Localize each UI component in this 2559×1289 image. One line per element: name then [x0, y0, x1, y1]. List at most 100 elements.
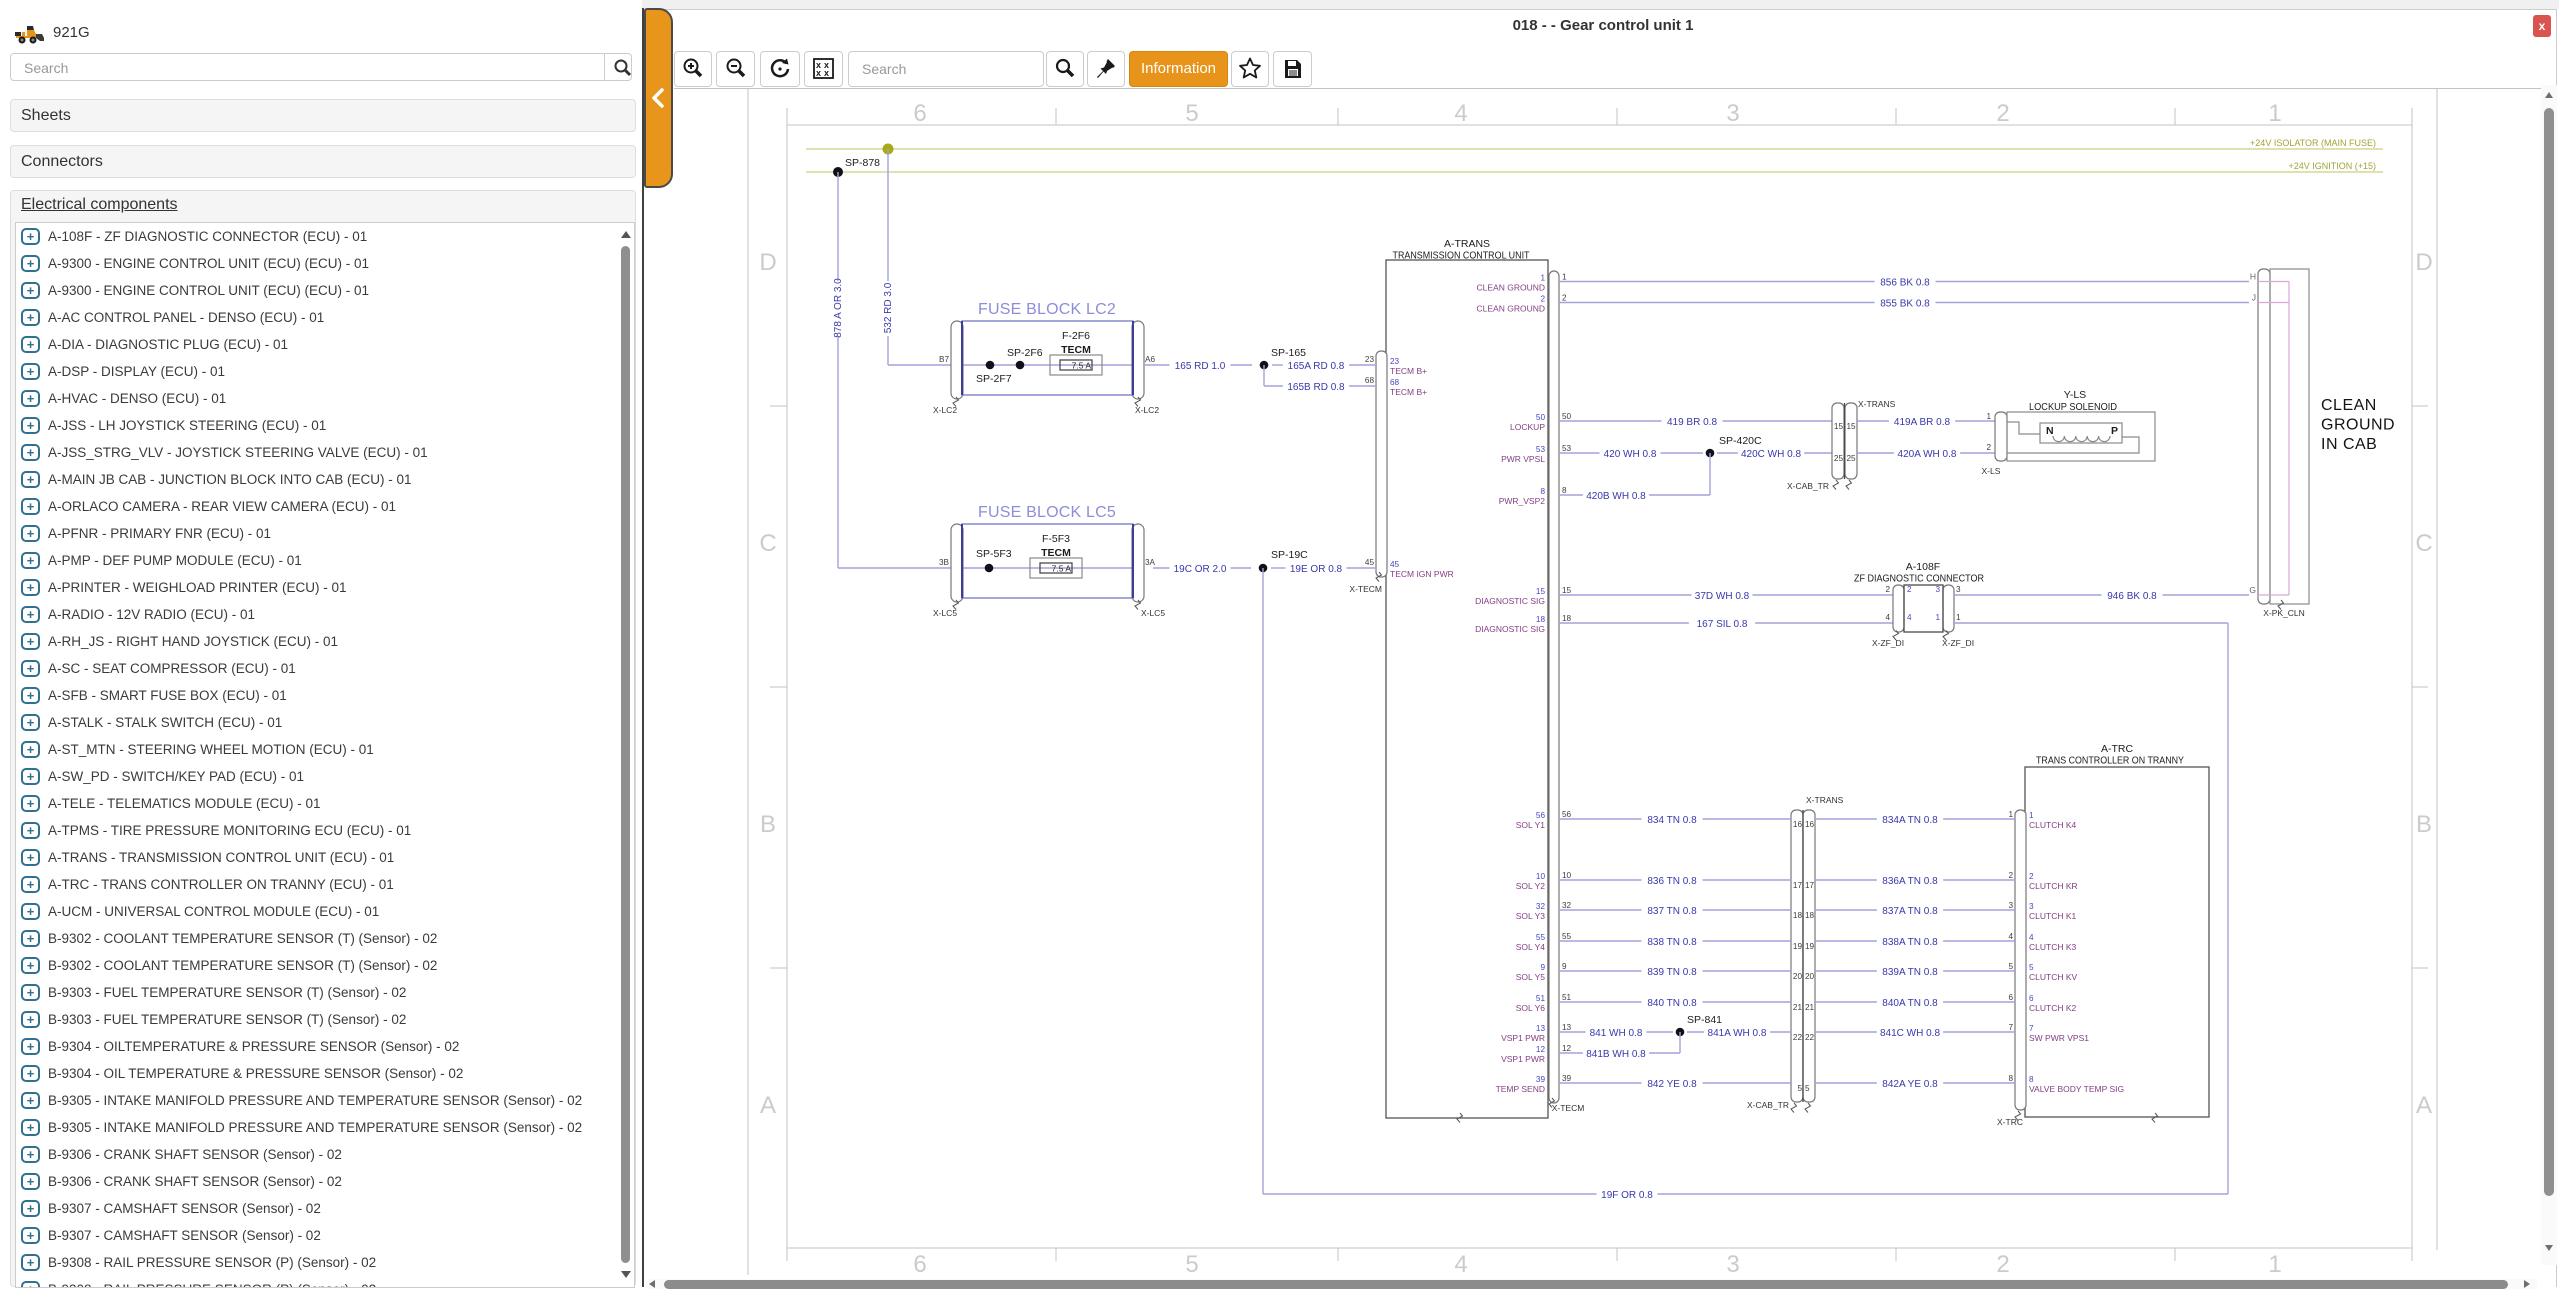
svg-text:5: 5 [1185, 100, 1198, 127]
svg-text:3: 3 [1956, 585, 1961, 594]
svg-text:420C WH 0.8: 420C WH 0.8 [1741, 449, 1801, 460]
svg-text:25: 25 [1847, 454, 1857, 463]
svg-text:165A RD 0.8: 165A RD 0.8 [1288, 361, 1345, 372]
svg-text:50: 50 [1536, 413, 1546, 422]
svg-text:SP-19C: SP-19C [1271, 549, 1308, 561]
svg-text:21: 21 [1793, 1003, 1803, 1012]
svg-text:841 WH 0.8: 841 WH 0.8 [1590, 1028, 1643, 1039]
svg-text:1: 1 [2268, 1251, 2281, 1278]
svg-text:TEMP SEND: TEMP SEND [1496, 1084, 1545, 1094]
svg-text:16: 16 [1793, 820, 1803, 829]
svg-text:x: x [816, 68, 821, 78]
svg-text:8: 8 [2008, 1074, 2013, 1083]
svg-text:CLUTCH K4: CLUTCH K4 [2029, 820, 2077, 830]
svg-text:VSP1 PWR: VSP1 PWR [1501, 1033, 1545, 1043]
svg-text:X-TRC: X-TRC [1997, 1117, 2023, 1127]
svg-text:X-LC5: X-LC5 [933, 608, 957, 618]
svg-text:15: 15 [1536, 587, 1546, 596]
svg-text:A: A [2416, 1092, 2432, 1119]
svg-text:19F OR 0.8: 19F OR 0.8 [1601, 1190, 1653, 1201]
svg-text:SOL Y5: SOL Y5 [1516, 972, 1546, 982]
svg-text:PWR VPSL: PWR VPSL [1501, 454, 1545, 464]
svg-text:CLEAN: CLEAN [2321, 397, 2377, 414]
svg-text:VALVE BODY TEMP SIG: VALVE BODY TEMP SIG [2029, 1084, 2124, 1094]
svg-text:5: 5 [1805, 1084, 1810, 1093]
svg-text:SP-841: SP-841 [1687, 1014, 1722, 1026]
svg-text:SP-420C: SP-420C [1719, 435, 1762, 447]
svg-text:X-TECM: X-TECM [1552, 1103, 1585, 1113]
svg-text:19E OR 0.8: 19E OR 0.8 [1290, 564, 1343, 575]
svg-text:X-ZF_DI: X-ZF_DI [1942, 638, 1974, 648]
svg-text:19: 19 [1793, 942, 1803, 951]
svg-text:TECM: TECM [1041, 547, 1071, 559]
svg-text:841B WH 0.8: 841B WH 0.8 [1586, 1049, 1646, 1060]
svg-text:13: 13 [1536, 1024, 1546, 1033]
svg-text:4: 4 [1454, 1251, 1467, 1278]
svg-text:X-TECM: X-TECM [1349, 584, 1382, 594]
svg-text:SW PWR VPS1: SW PWR VPS1 [2029, 1033, 2089, 1043]
svg-text:840A TN 0.8: 840A TN 0.8 [1882, 998, 1938, 1009]
svg-text:N: N [2046, 425, 2054, 437]
svg-text:32: 32 [1536, 902, 1546, 911]
svg-text:838 TN 0.8: 838 TN 0.8 [1647, 937, 1697, 948]
svg-text:1: 1 [2268, 100, 2281, 127]
svg-text:836A TN 0.8: 836A TN 0.8 [1882, 876, 1938, 887]
svg-text:17: 17 [1793, 881, 1803, 890]
svg-text:3B: 3B [939, 558, 950, 567]
svg-text:9: 9 [1562, 962, 1567, 971]
svg-text:18: 18 [1805, 911, 1815, 920]
svg-text:SOL Y1: SOL Y1 [1516, 820, 1546, 830]
svg-text:8: 8 [1540, 487, 1545, 496]
svg-text:8: 8 [1562, 486, 1567, 495]
svg-text:1: 1 [2029, 811, 2034, 820]
svg-text:1: 1 [1935, 613, 1940, 622]
svg-text:CLUTCH K2: CLUTCH K2 [2029, 1003, 2077, 1013]
svg-text:6: 6 [2029, 994, 2034, 1003]
svg-text:H: H [2250, 272, 2256, 282]
svg-text:32: 32 [1562, 901, 1572, 910]
svg-text:B7: B7 [939, 355, 949, 364]
svg-text:56: 56 [1562, 810, 1572, 819]
svg-text:FUSE BLOCK LC2: FUSE BLOCK LC2 [978, 301, 1116, 318]
svg-text:FUSE BLOCK LC5: FUSE BLOCK LC5 [978, 504, 1116, 521]
svg-text:841C WH 0.8: 841C WH 0.8 [1880, 1028, 1940, 1039]
svg-text:18: 18 [1562, 614, 1572, 623]
svg-text:4: 4 [1907, 613, 1912, 622]
svg-text:946 BK 0.8: 946 BK 0.8 [2107, 591, 2157, 602]
svg-text:+24V IGNITION (+15): +24V IGNITION (+15) [2288, 161, 2376, 171]
svg-text:12: 12 [1562, 1044, 1572, 1053]
svg-text:1: 1 [2008, 810, 2013, 819]
svg-text:45: 45 [1365, 558, 1375, 567]
svg-text:CLUTCH K3: CLUTCH K3 [2029, 942, 2077, 952]
svg-text:20: 20 [1793, 972, 1803, 981]
svg-text:4: 4 [1454, 100, 1467, 127]
svg-text:3: 3 [1726, 100, 1739, 127]
svg-text:P: P [2111, 425, 2118, 437]
svg-text:X-PK_CLN: X-PK_CLN [2263, 608, 2305, 618]
svg-text:13: 13 [1562, 1023, 1572, 1032]
svg-text:C: C [759, 530, 776, 557]
svg-text:SOL Y6: SOL Y6 [1516, 1003, 1546, 1013]
svg-text:1: 1 [1540, 274, 1545, 283]
svg-text:7.5 A: 7.5 A [1072, 361, 1092, 371]
svg-text:6: 6 [2008, 993, 2013, 1002]
svg-text:A-TRANS: A-TRANS [1444, 238, 1490, 250]
svg-text:IN CAB: IN CAB [2321, 436, 2377, 453]
svg-text:7.5 A: 7.5 A [1052, 564, 1072, 574]
svg-text:PWR_VSP2: PWR_VSP2 [1499, 496, 1546, 506]
svg-text:5: 5 [1185, 1251, 1198, 1278]
svg-text:F-5F3: F-5F3 [1042, 533, 1070, 545]
svg-text:55: 55 [1536, 933, 1546, 942]
svg-text:5: 5 [2029, 963, 2034, 972]
svg-text:2: 2 [1907, 585, 1912, 594]
svg-text:420B WH 0.8: 420B WH 0.8 [1586, 491, 1646, 502]
svg-text:10: 10 [1536, 872, 1546, 881]
svg-text:X-LC2: X-LC2 [1135, 405, 1159, 415]
svg-text:18: 18 [1536, 615, 1546, 624]
svg-text:23: 23 [1390, 357, 1400, 366]
svg-text:4: 4 [2008, 932, 2013, 941]
svg-text:VSP1 PWR: VSP1 PWR [1501, 1054, 1545, 1064]
svg-text:2: 2 [1986, 443, 1991, 452]
svg-text:532 RD 3.0: 532 RD 3.0 [883, 282, 894, 333]
svg-text:J: J [2252, 293, 2256, 303]
